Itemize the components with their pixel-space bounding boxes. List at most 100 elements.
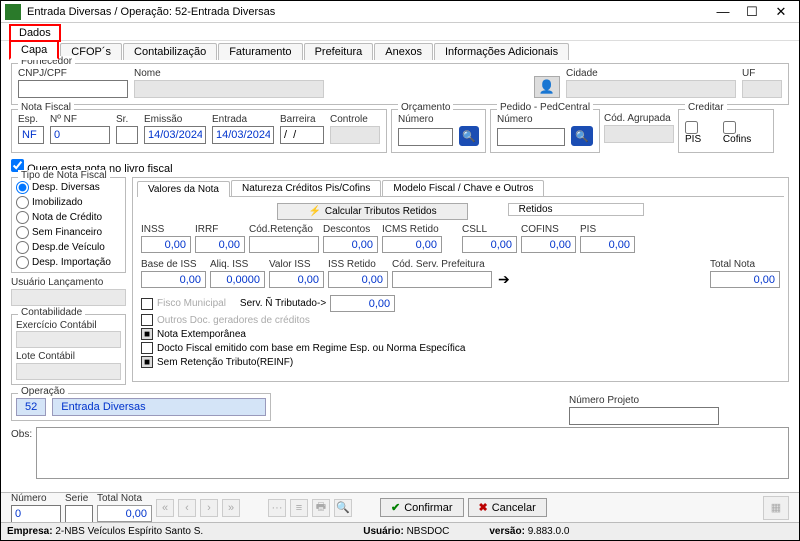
issret-label: ISS Retido [328,259,388,270]
nav-last-icon[interactable]: » [222,499,240,517]
emissao-input[interactable] [144,126,206,144]
nome-label: Nome [134,68,528,79]
aliq-input[interactable] [210,271,265,288]
bnum-input[interactable] [11,505,61,523]
group-fornecedor: Fornecedor CNPJ/CPF Nome 👤 Cidade UF [11,63,789,105]
numproj-label: Número Projeto [569,395,789,406]
radio-desp-diversas[interactable]: Desp. Diversas [16,180,121,195]
valor-input[interactable] [269,271,324,288]
tab-anexos[interactable]: Anexos [374,43,433,60]
pisr-label: PIS [580,224,635,235]
sr-label: Sr. [116,114,138,125]
nav-first-icon[interactable]: « [156,499,174,517]
x-icon: ✖ [479,501,488,514]
chk-pis[interactable]: PIS [685,120,717,146]
numnf-input[interactable] [50,126,110,144]
btotal-label: Total Nota [97,493,152,504]
cancelar-button[interactable]: ✖Cancelar [468,498,547,517]
radio-desp-importacao[interactable]: Desp. Importação [16,255,121,270]
pisr-input[interactable] [580,236,635,253]
esp-input[interactable] [18,126,44,144]
codagr-label: Cód. Agrupada [604,113,674,124]
tool2-icon[interactable]: ≡ [290,499,308,517]
chk-docto[interactable] [141,342,153,354]
entrada-input[interactable] [212,126,274,144]
codserv-input[interactable] [392,271,492,288]
chk-fisco[interactable] [141,298,153,310]
desc-input[interactable] [323,236,378,253]
operacao-cod[interactable]: 52 [16,398,46,416]
group-contabilidade: Contabilidade Exercício Contábil Lote Co… [11,314,126,385]
irrf-input[interactable] [195,236,245,253]
fisco-label: Fisco Municipal [157,298,226,309]
subtab-natureza[interactable]: Natureza Créditos Pis/Cofins [231,180,381,196]
issret-input[interactable] [328,271,388,288]
bserie-input[interactable] [65,505,93,523]
subtab-valores[interactable]: Valores da Nota [137,181,230,197]
orc-group-label: Orçamento [398,102,453,113]
usuario-label: Usuário Lançamento [11,277,126,288]
close-button[interactable]: ✕ [767,2,795,22]
status-bar: Empresa: 2-NBS Veículos Espírito Santo S… [1,522,799,540]
icms-input[interactable] [382,236,442,253]
desc-label: Descontos [323,224,378,235]
radio-desp-veiculo[interactable]: Desp.de Veículo [16,240,121,255]
orc-search-button[interactable]: 🔍 [459,126,479,146]
chk-cofins[interactable]: Cofins [723,120,767,146]
radio-nota-credito[interactable]: Nota de Crédito [16,210,121,225]
nav-next-icon[interactable]: › [200,499,218,517]
csll-input[interactable] [462,236,517,253]
tab-prefeitura[interactable]: Prefeitura [304,43,374,60]
arrow-right-icon[interactable]: ➔ [498,271,510,288]
nome-input [134,80,324,98]
check-icon: ✔ [391,501,400,514]
tab-faturamento[interactable]: Faturamento [218,43,302,60]
sr-input[interactable] [116,126,138,144]
minimize-button[interactable]: — [709,2,737,22]
bnum-label: Número [11,493,61,504]
base-input[interactable] [141,271,206,288]
ped-num-label: Número [497,114,593,125]
chk-semret[interactable]: ■ [141,356,153,368]
chk-outros[interactable] [141,314,153,326]
exerc-label: Exercício Contábil [16,320,97,331]
maximize-button[interactable]: ☐ [738,2,766,22]
exerc-input [16,331,121,348]
total-input[interactable] [710,271,780,288]
cofins-label: COFINS [521,224,576,235]
numproj-input[interactable] [569,407,719,425]
ped-search-button[interactable]: 🔍 [571,126,593,146]
radio-sem-financeiro[interactable]: Sem Financeiro [16,225,121,240]
contab-group-label: Contabilidade [18,307,85,318]
tab-contabilizacao[interactable]: Contabilização [123,43,217,60]
calc-tributos-button[interactable]: ⚡Calcular Tributos Retidos [277,203,467,220]
cnpj-input[interactable] [18,80,128,98]
ped-num-input[interactable] [497,128,565,146]
ped-group-label: Pedido - PedCentral [497,102,593,113]
confirmar-button[interactable]: ✔Confirmar [380,498,464,517]
obs-textarea[interactable] [36,427,789,479]
retidos-frame-label: Retidos [508,203,644,216]
tabrow: Capa CFOP´s Contabilização Faturamento P… [1,41,799,59]
chk-extemp[interactable]: ■ [141,328,153,340]
tab-info[interactable]: Informações Adicionais [434,43,569,60]
cofins-input[interactable] [521,236,576,253]
orc-num-input[interactable] [398,128,453,146]
subtab-modelo[interactable]: Modelo Fiscal / Chave e Outros [382,180,544,196]
inss-input[interactable] [141,236,191,253]
status-empresa: 2-NBS Veículos Espírito Santo S. [55,526,203,537]
codret-input[interactable] [249,236,319,253]
barreira-input[interactable] [280,126,324,144]
group-tipo-nota: Tipo de Nota Fiscal Desp. Diversas Imobi… [11,177,126,273]
tool4-icon[interactable]: 🔍 [334,499,352,517]
docto-label: Docto Fiscal emitido com base em Regime … [157,343,465,354]
tool1-icon[interactable]: ··· [268,499,286,517]
group-nota-fiscal: Nota Fiscal Esp. Nº NF Sr. Emissão Entra… [11,109,387,153]
nav-prev-icon[interactable]: ‹ [178,499,196,517]
tab-capa[interactable]: Capa [9,40,59,60]
tool3-icon[interactable]: 🖶 [312,499,330,517]
nota-group-label: Nota Fiscal [18,102,74,113]
serv-input[interactable] [330,295,395,312]
radio-imobilizado[interactable]: Imobilizado [16,195,121,210]
person-icon[interactable]: 👤 [534,76,560,98]
